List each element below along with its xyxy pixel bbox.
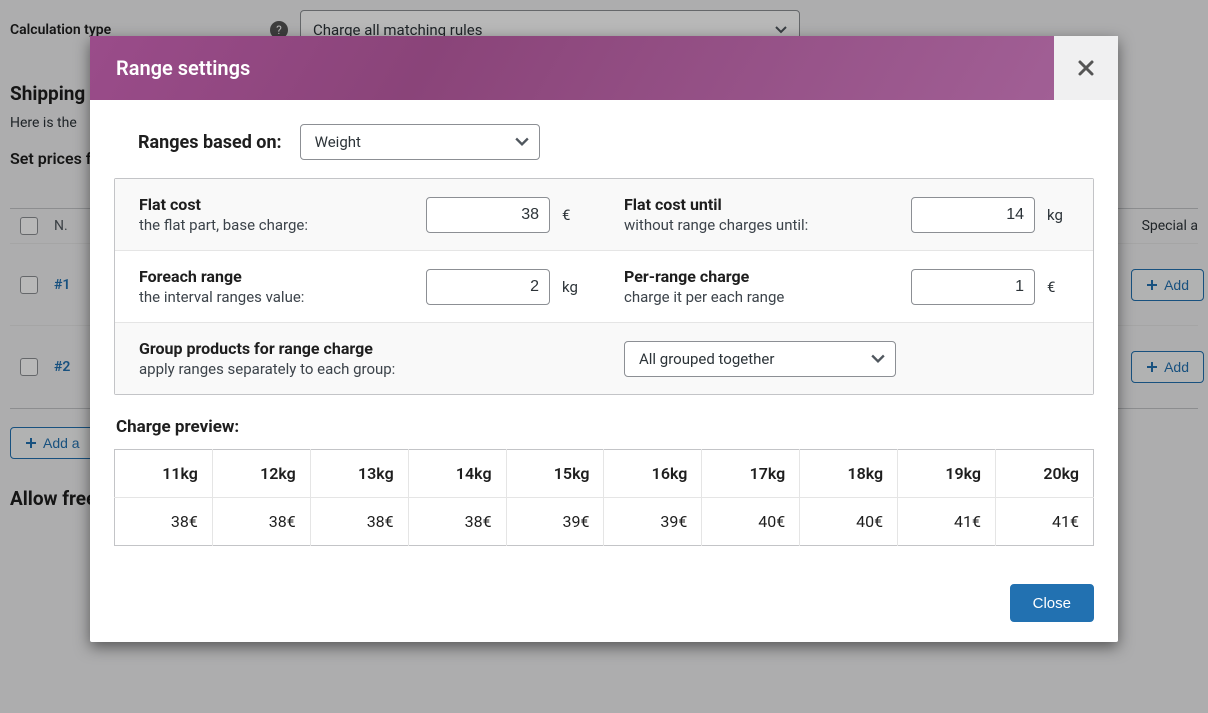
per-range-input[interactable] <box>911 269 1035 305</box>
group-select[interactable]: All grouped together <box>624 341 896 377</box>
preview-charge-cell: 40€ <box>800 498 898 546</box>
per-range-label: Per-range charge <box>624 267 899 286</box>
preview-weight-cell: 17kg <box>702 450 800 498</box>
preview-weight-cell: 14kg <box>408 450 506 498</box>
preview-charge-cell: 38€ <box>115 498 213 546</box>
flat-until-label: Flat cost until <box>624 195 899 214</box>
preview-weight-cell: 19kg <box>898 450 996 498</box>
flat-until-desc: without range charges until: <box>624 216 899 234</box>
flat-cost-label: Flat cost <box>139 195 414 214</box>
preview-charge-cell: 39€ <box>604 498 702 546</box>
foreach-desc: the interval ranges value: <box>139 288 414 306</box>
settings-box: Flat cost the flat part, base charge: € … <box>114 178 1094 395</box>
close-button[interactable] <box>1054 36 1118 100</box>
flat-cost-input[interactable] <box>426 197 550 233</box>
preview-weight-cell: 16kg <box>604 450 702 498</box>
preview-weight-cell: 15kg <box>506 450 604 498</box>
group-desc: apply ranges separately to each group: <box>139 360 584 378</box>
preview-weight-cell: 18kg <box>800 450 898 498</box>
chevron-down-icon <box>871 352 885 366</box>
close-icon <box>1077 59 1095 77</box>
preview-weight-cell: 12kg <box>212 450 310 498</box>
per-range-unit: € <box>1047 278 1069 296</box>
preview-charge-cell: 38€ <box>212 498 310 546</box>
flat-until-input[interactable] <box>911 197 1035 233</box>
charge-preview-label: Charge preview: <box>114 417 1094 437</box>
flat-cost-desc: the flat part, base charge: <box>139 216 414 234</box>
flat-cost-unit: € <box>562 206 584 224</box>
preview-charge-cell: 39€ <box>506 498 604 546</box>
ranges-based-on-select[interactable]: Weight <box>300 124 540 160</box>
modal-title: Range settings <box>90 36 1054 100</box>
ranges-based-on-value: Weight <box>315 133 361 151</box>
preview-charge-cell: 40€ <box>702 498 800 546</box>
chevron-down-icon <box>515 135 529 149</box>
per-range-desc: charge it per each range <box>624 288 899 306</box>
group-label: Group products for range charge <box>139 339 584 358</box>
preview-weight-cell: 13kg <box>310 450 408 498</box>
ranges-based-on-label: Ranges based on: <box>138 132 282 153</box>
preview-charge-cell: 41€ <box>898 498 996 546</box>
foreach-label: Foreach range <box>139 267 414 286</box>
range-settings-modal: Range settings Ranges based on: Weight F… <box>90 36 1118 642</box>
close-modal-button[interactable]: Close <box>1010 584 1094 622</box>
group-value: All grouped together <box>639 350 774 368</box>
foreach-unit: kg <box>562 278 584 296</box>
preview-charge-cell: 38€ <box>310 498 408 546</box>
charge-preview-table: 11kg12kg13kg14kg15kg16kg17kg18kg19kg20kg… <box>114 449 1094 546</box>
preview-weight-cell: 11kg <box>115 450 213 498</box>
preview-weight-cell: 20kg <box>996 450 1094 498</box>
preview-charge-cell: 41€ <box>996 498 1094 546</box>
flat-until-unit: kg <box>1047 206 1069 224</box>
preview-charge-cell: 38€ <box>408 498 506 546</box>
foreach-input[interactable] <box>426 269 550 305</box>
